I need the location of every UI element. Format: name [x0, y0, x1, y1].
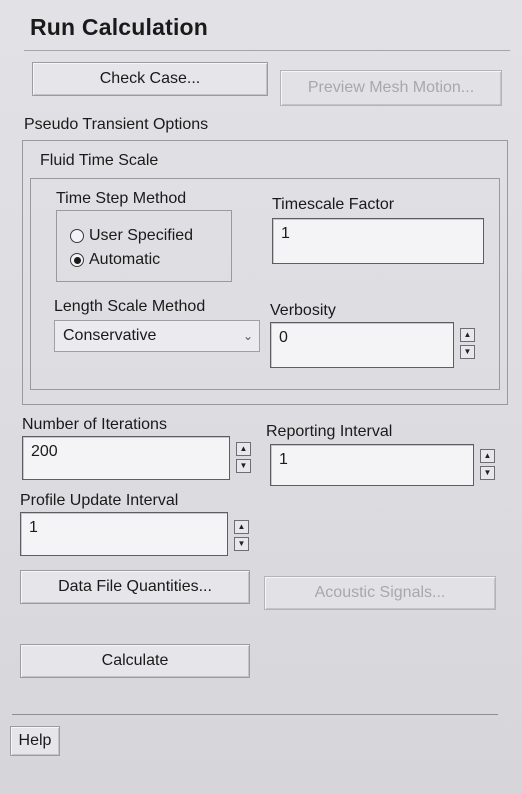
timescale-factor-label: Timescale Factor — [272, 196, 395, 213]
preview-mesh-motion-button[interactable]: Preview Mesh Motion... — [280, 70, 502, 106]
radio-user-specified[interactable]: User Specified — [70, 227, 193, 245]
radio-unselected-icon — [70, 229, 84, 243]
fluid-time-scale-label: Fluid Time Scale — [40, 152, 159, 169]
spin-up-icon[interactable]: ▲ — [234, 520, 249, 534]
acoustic-signals-button[interactable]: Acoustic Signals... — [264, 576, 496, 610]
radio-automatic[interactable]: Automatic — [70, 251, 160, 269]
check-case-button[interactable]: Check Case... — [32, 62, 268, 96]
footer-divider — [12, 714, 498, 715]
radio-selected-icon — [70, 253, 84, 267]
length-scale-method-dropdown[interactable]: Conservative ⌄ — [54, 320, 260, 352]
reporting-interval-label: Reporting Interval — [266, 423, 393, 440]
pseudo-transient-options-label: Pseudo Transient Options — [24, 116, 209, 133]
profile-update-interval-spinner[interactable]: ▲ ▼ — [234, 520, 249, 551]
spin-up-icon[interactable]: ▲ — [460, 328, 475, 342]
calculate-button[interactable]: Calculate — [20, 644, 250, 678]
timescale-factor-input[interactable]: 1 — [272, 218, 484, 264]
length-scale-method-value: Conservative — [63, 327, 157, 344]
run-calculation-panel: Run Calculation Check Case... Preview Me… — [0, 0, 522, 794]
time-step-method-group — [56, 210, 232, 282]
profile-update-interval-input[interactable]: 1 — [20, 512, 228, 556]
length-scale-method-label: Length Scale Method — [54, 298, 206, 315]
verbosity-input[interactable]: 0 — [270, 322, 454, 368]
panel-title: Run Calculation — [30, 14, 209, 40]
verbosity-label: Verbosity — [270, 302, 336, 319]
time-step-method-label: Time Step Method — [56, 190, 187, 207]
number-of-iterations-spinner[interactable]: ▲ ▼ — [236, 442, 251, 473]
title-divider — [24, 50, 510, 51]
verbosity-spinner[interactable]: ▲ ▼ — [460, 328, 475, 359]
spin-down-icon[interactable]: ▼ — [480, 466, 495, 480]
data-file-quantities-button[interactable]: Data File Quantities... — [20, 570, 250, 604]
number-of-iterations-input[interactable]: 200 — [22, 436, 230, 480]
chevron-down-icon: ⌄ — [242, 329, 253, 343]
profile-update-interval-label: Profile Update Interval — [20, 492, 179, 509]
spin-down-icon[interactable]: ▼ — [234, 537, 249, 551]
spin-down-icon[interactable]: ▼ — [460, 345, 475, 359]
radio-user-specified-label: User Specified — [89, 227, 194, 244]
reporting-interval-input[interactable]: 1 — [270, 444, 474, 486]
help-button[interactable]: Help — [10, 726, 60, 756]
radio-automatic-label: Automatic — [89, 251, 161, 268]
spin-up-icon[interactable]: ▲ — [480, 449, 495, 463]
reporting-interval-spinner[interactable]: ▲ ▼ — [480, 449, 495, 480]
number-of-iterations-label: Number of Iterations — [22, 416, 167, 433]
spin-up-icon[interactable]: ▲ — [236, 442, 251, 456]
spin-down-icon[interactable]: ▼ — [236, 459, 251, 473]
